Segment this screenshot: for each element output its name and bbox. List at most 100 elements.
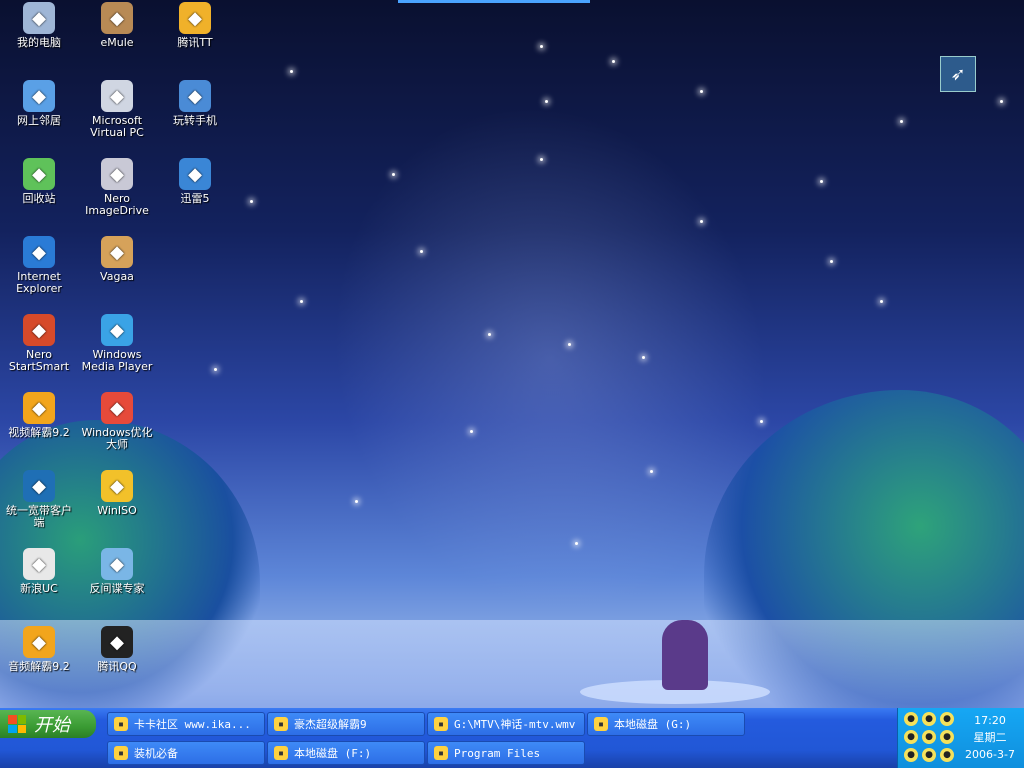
clock-date: 2006-3-7 — [965, 748, 1015, 761]
taskbar-button-label: 本地磁盘 (G:) — [614, 718, 692, 731]
desktop-icon[interactable]: ◆ 玩转手机 — [156, 80, 234, 127]
computer-icon: ◆ — [23, 2, 55, 34]
phone-icon: ◆ — [179, 80, 211, 112]
desktop-icon-label: Windows Media Player — [81, 348, 153, 373]
taskbar-button[interactable]: ▪ 本地磁盘 (F:) — [267, 741, 425, 765]
media-player-icon: ◆ — [101, 314, 133, 346]
audio-player-icon: ◆ — [23, 626, 55, 658]
desktop-icon-label: 我的电脑 — [17, 36, 61, 49]
desktop-icon[interactable]: ◆ Windows Media Player — [78, 314, 156, 373]
desktop-icon[interactable]: ◆ 音频解霸9.2 — [0, 626, 78, 673]
desktop-icon-label: 视频解霸9.2 — [8, 426, 70, 439]
star — [642, 356, 645, 359]
tray-icon[interactable]: ● — [940, 712, 954, 726]
optimizer-icon: ◆ — [101, 392, 133, 424]
desktop-icon[interactable]: ◆ 统一宽带客户 端 — [0, 470, 78, 529]
drive-icon: ▪ — [274, 746, 288, 760]
taskbar-button[interactable]: ▪ 豪杰超级解霸9 — [267, 712, 425, 736]
tray-icon[interactable]: ● — [940, 730, 954, 744]
taskbar-button[interactable]: ▪ Program Files — [427, 741, 585, 765]
start-button[interactable]: 开始 — [0, 710, 96, 738]
desktop-icon[interactable]: ◆ 反间谍专家 — [78, 548, 156, 595]
desktop-icon-label: 玩转手机 — [173, 114, 217, 127]
desktop-icon-label: Internet Explorer — [16, 270, 62, 295]
star — [650, 470, 653, 473]
desktop-icon-label: 统一宽带客户 端 — [6, 504, 72, 529]
uc-icon: ◆ — [23, 548, 55, 580]
tray-icon[interactable]: ● — [940, 748, 954, 762]
windows-logo-icon — [8, 715, 26, 733]
star — [760, 420, 763, 423]
desktop-icon[interactable]: ◆ 回收站 — [0, 158, 78, 205]
desktop-icon[interactable]: ◆ WinISO — [78, 470, 156, 517]
taskbar-button[interactable]: ▪ 本地磁盘 (G:) — [587, 712, 745, 736]
star — [830, 260, 833, 263]
folder-icon: ▪ — [114, 746, 128, 760]
desktop-icon[interactable]: ◆ 腾讯QQ — [78, 626, 156, 673]
tray-icon[interactable]: ● — [922, 712, 936, 726]
clock[interactable]: 17:20 星期二 2006-3-7 — [960, 712, 1020, 763]
desktop-icon[interactable]: ◆ eMule — [78, 2, 156, 49]
start-label: 开始 — [34, 715, 70, 736]
star — [250, 200, 253, 203]
tray-icon[interactable]: ● — [904, 730, 918, 744]
desktop-icon[interactable]: ◆ Nero ImageDrive — [78, 158, 156, 217]
disc-icon: ◆ — [101, 158, 133, 190]
desktop-icon[interactable]: ◆ Windows优化 大师 — [78, 392, 156, 451]
star — [420, 250, 423, 253]
desktop-icon[interactable]: ◆ 视频解霸9.2 — [0, 392, 78, 439]
network-icon: ◆ — [23, 80, 55, 112]
star — [612, 60, 615, 63]
winiso-icon: ◆ — [101, 470, 133, 502]
taskbar-button[interactable]: ▪ G:\MTV\神话-mtv.wmv — [427, 712, 585, 736]
ie-icon: ◆ — [23, 236, 55, 268]
clock-time: 17:20 — [974, 714, 1006, 727]
system-tray: ● ● ● ● ● ● ● ● ● 17:20 星期二 2006-3-7 — [897, 708, 1024, 768]
drive-icon: ▪ — [594, 717, 608, 731]
person — [662, 620, 708, 690]
desktop-icon-label: 腾讯QQ — [97, 660, 137, 673]
desktop-icon-label: Vagaa — [100, 270, 134, 283]
desktop-icon[interactable]: ◆ Vagaa — [78, 236, 156, 283]
desktop-icon-label: eMule — [100, 36, 134, 49]
desktop-icon[interactable]: ◆ 新浪UC — [0, 548, 78, 595]
star — [575, 542, 578, 545]
tray-icon[interactable]: ● — [922, 748, 936, 762]
star — [1000, 100, 1003, 103]
desktop-icon[interactable]: ◆ Nero StartSmart — [0, 314, 78, 373]
browser-tt-icon: ◆ — [179, 2, 211, 34]
video-player-icon: ▪ — [274, 717, 288, 731]
star — [880, 300, 883, 303]
star — [900, 120, 903, 123]
browser-icon: ▪ — [114, 717, 128, 731]
nero-icon: ◆ — [23, 314, 55, 346]
thunder-float-icon[interactable]: ➶ — [940, 56, 976, 92]
desktop-icon-label: WinISO — [97, 504, 137, 517]
tray-icon[interactable]: ● — [904, 748, 918, 762]
antispy-icon: ◆ — [101, 548, 133, 580]
desktop-icon-label: 腾讯TT — [177, 36, 213, 49]
mule-icon: ◆ — [101, 2, 133, 34]
desktop-icon[interactable]: ◆ 我的电脑 — [0, 2, 78, 49]
taskbar-button-label: 装机必备 — [134, 747, 178, 760]
star — [568, 343, 571, 346]
tray-icon[interactable]: ● — [904, 712, 918, 726]
star — [488, 333, 491, 336]
desktop-icon[interactable]: ◆ Microsoft Virtual PC — [78, 80, 156, 139]
star — [290, 70, 293, 73]
star — [700, 90, 703, 93]
desktop-icon[interactable]: ◆ 网上邻居 — [0, 80, 78, 127]
star — [392, 173, 395, 176]
taskbar-button-label: 本地磁盘 (F:) — [294, 747, 372, 760]
star — [355, 500, 358, 503]
desktop-icon-label: Nero StartSmart — [8, 348, 70, 373]
desktop-icon-label: 回收站 — [22, 192, 56, 205]
desktop-icon[interactable]: ◆ 腾讯TT — [156, 2, 234, 49]
desktop-icon[interactable]: ◆ Internet Explorer — [0, 236, 78, 295]
tray-icon[interactable]: ● — [922, 730, 936, 744]
taskbar-button[interactable]: ▪ 卡卡社区 www.ika... — [107, 712, 265, 736]
folder-icon: ▪ — [434, 746, 448, 760]
desktop-icon[interactable]: ◆ 迅雷5 — [156, 158, 234, 205]
taskbar-button[interactable]: ▪ 装机必备 — [107, 741, 265, 765]
taskbar-button-label: 豪杰超级解霸9 — [294, 718, 367, 731]
